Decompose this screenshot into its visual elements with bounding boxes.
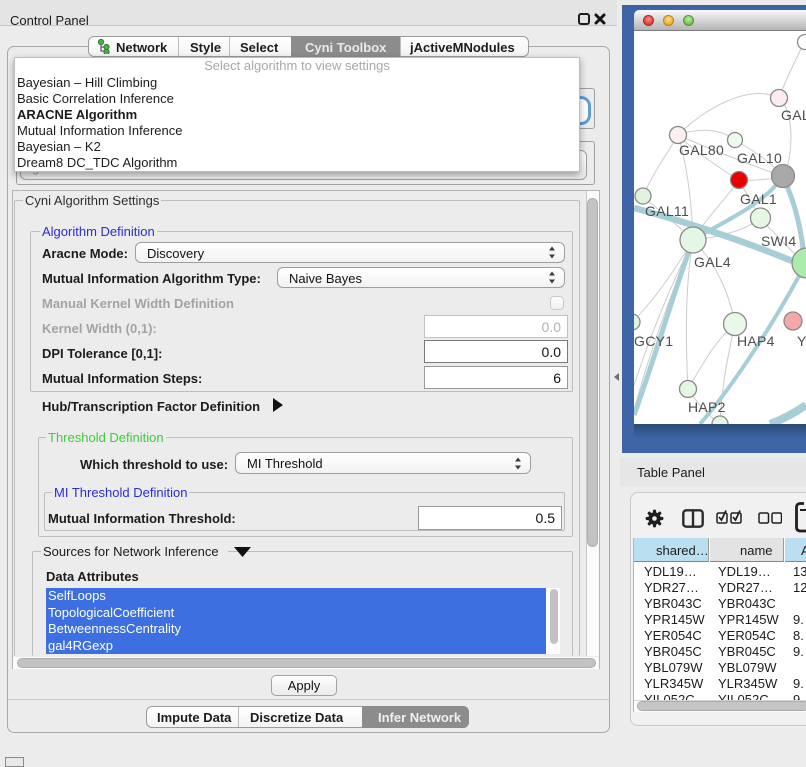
svg-text:HAP4: HAP4 (737, 333, 775, 349)
svg-text:GAL: GAL (781, 107, 806, 123)
svg-text:GAL11: GAL11 (645, 203, 689, 219)
svg-text:SWI4: SWI4 (761, 233, 796, 249)
svg-text:GAL4: GAL4 (694, 254, 731, 270)
svg-text:GAL80: GAL80 (679, 142, 724, 158)
svg-text:GAL10: GAL10 (737, 150, 782, 166)
svg-text:GCY1: GCY1 (634, 333, 673, 349)
svg-text:HAP2: HAP2 (688, 399, 726, 415)
svg-text:Y: Y (797, 333, 806, 349)
svg-text:GAL1: GAL1 (740, 191, 777, 207)
